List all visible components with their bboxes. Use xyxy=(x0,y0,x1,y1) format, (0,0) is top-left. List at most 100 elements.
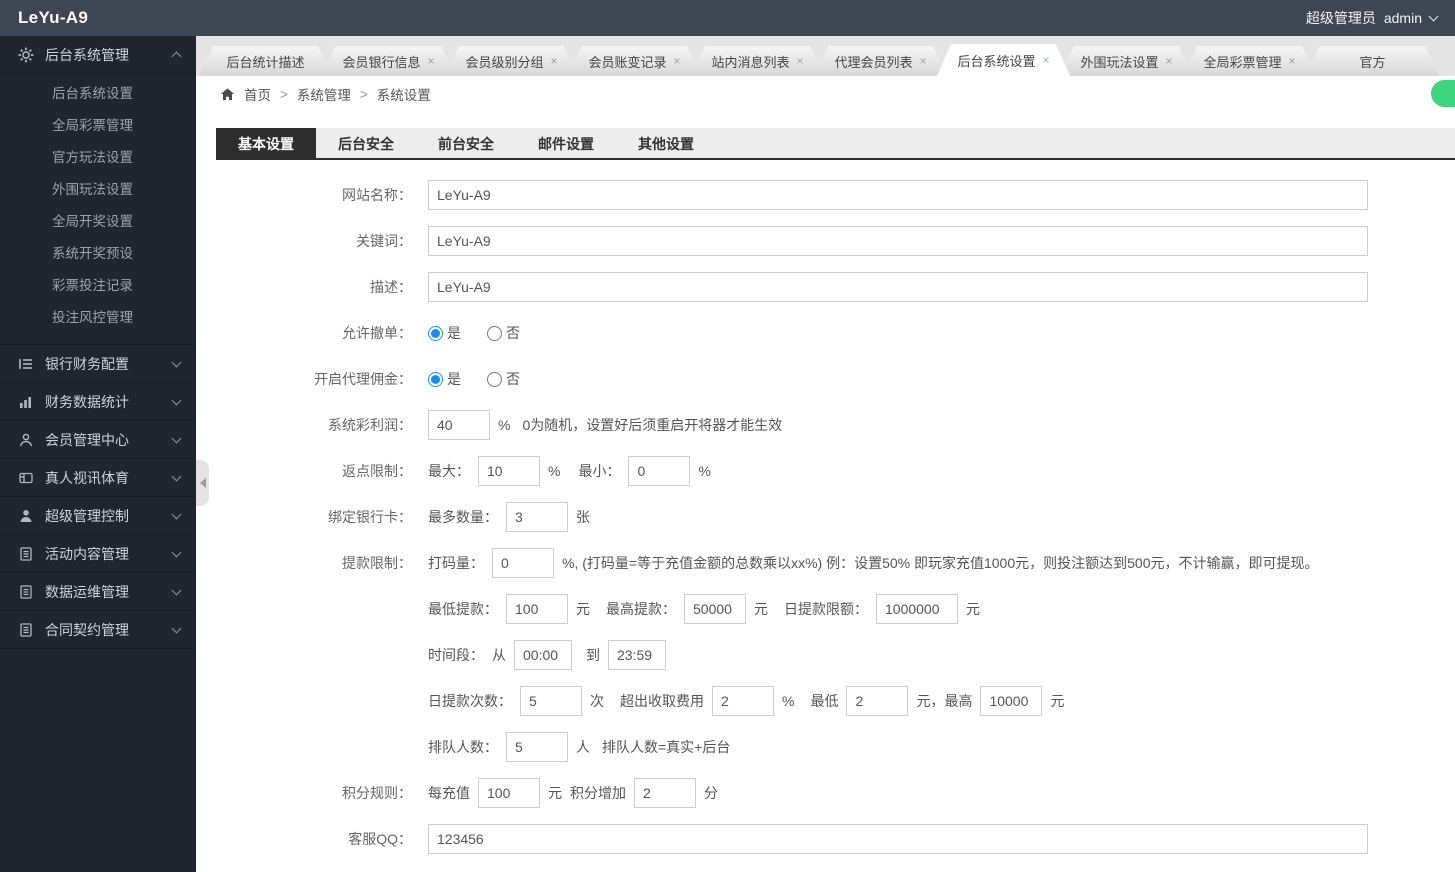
sidebar-section-label: 财务数据统计 xyxy=(45,393,129,410)
page-tab[interactable]: 外围玩法设置 × xyxy=(1060,46,1193,76)
sidebar-section-member-center[interactable]: 会员管理中心 xyxy=(0,421,196,459)
sidebar-item-bet-records[interactable]: 彩票投注记录 xyxy=(0,270,196,302)
service-qq-input[interactable] xyxy=(428,824,1368,854)
withdraw-limit-label: 提款限制： xyxy=(342,555,412,571)
system-profit-hint: 0为随机，设置好后须重启开将器才能生效 xyxy=(522,417,783,433)
page-tab[interactable]: 代理会员列表 × xyxy=(814,46,947,76)
close-icon[interactable]: × xyxy=(1166,55,1173,67)
chart-icon xyxy=(18,394,34,410)
yuan-unit: 元 xyxy=(966,601,980,617)
allow-cancel-no-radio[interactable]: 否 xyxy=(487,323,520,343)
percent-unit: % xyxy=(698,463,711,479)
sidebar-item-official-play[interactable]: 官方玩法设置 xyxy=(0,142,196,174)
close-icon[interactable]: × xyxy=(428,55,435,67)
green-action-button[interactable] xyxy=(1431,80,1455,107)
page-tab[interactable]: 会员银行信息 × xyxy=(322,46,455,76)
breadcrumb-system-settings[interactable]: 系统设置 xyxy=(377,84,431,104)
chevron-down-icon xyxy=(171,509,182,519)
bankcard-max-input[interactable] xyxy=(506,502,568,532)
close-icon[interactable]: × xyxy=(1043,54,1050,66)
keywords-label: 关键词： xyxy=(356,233,412,249)
yuan-unit: 元 xyxy=(1050,693,1065,709)
site-name-input[interactable] xyxy=(428,180,1368,210)
queue-input[interactable] xyxy=(506,732,568,762)
tab-other-settings[interactable]: 其他设置 xyxy=(616,128,716,160)
sidebar-item-peripheral-play[interactable]: 外围玩法设置 xyxy=(0,174,196,206)
dama-hint: %, (打码量=等于充值金额的总数乘以xx%) 例：设置50% 即玩家充值100… xyxy=(562,555,1319,571)
sidebar-item-draw-preset[interactable]: 系统开奖预设 xyxy=(0,238,196,270)
chevron-down-icon xyxy=(171,547,182,557)
time-to-input[interactable] xyxy=(608,640,666,670)
page-tab[interactable]: 后台统计描述 xyxy=(199,46,332,76)
agent-commission-yes-radio[interactable]: 是 xyxy=(428,369,461,389)
points-add-input[interactable] xyxy=(634,778,696,808)
tab-mail-settings[interactable]: 邮件设置 xyxy=(516,128,616,160)
sidebar-section-activity-content[interactable]: 活动内容管理 xyxy=(0,535,196,573)
form-row-daily-withdraw-times: 日提款次数： 次 超出收取费用 % 最低 元，最高 元 xyxy=(216,686,1455,716)
description-input[interactable] xyxy=(428,272,1368,302)
sidebar-section-live-sports[interactable]: 真人视讯体育 xyxy=(0,459,196,497)
tab-basic-settings[interactable]: 基本设置 xyxy=(216,128,316,160)
daily-limit-input[interactable] xyxy=(876,594,958,624)
percent-unit: % xyxy=(498,417,511,433)
points-per-input[interactable] xyxy=(478,778,540,808)
queue-hint: 排队人数=真实+后台 xyxy=(602,739,731,755)
rebate-min-input[interactable] xyxy=(628,456,691,486)
time-to-label: 到 xyxy=(586,647,600,663)
system-profit-input[interactable] xyxy=(428,410,490,440)
tab-frontend-security[interactable]: 前台安全 xyxy=(416,128,516,160)
sidebar-section-bank-finance[interactable]: 银行财务配置 xyxy=(0,345,196,383)
allow-cancel-label: 允许撤单： xyxy=(342,325,412,341)
sidebar-section-label: 超级管理控制 xyxy=(45,507,129,524)
tab-backend-security[interactable]: 后台安全 xyxy=(316,128,416,160)
sidebar-item-global-draw[interactable]: 全局开奖设置 xyxy=(0,206,196,238)
close-icon[interactable]: × xyxy=(551,55,558,67)
yuan-unit: 元 xyxy=(548,785,562,801)
form-row-system-profit: 系统彩利润： % 0为随机，设置好后须重启开将器才能生效 xyxy=(216,410,1455,440)
sidebar-section-label: 合同契约管理 xyxy=(45,621,129,638)
sidebar-section-backend-system[interactable]: 后台系统管理 xyxy=(0,36,196,74)
sidebar-section-label: 数据运维管理 xyxy=(45,583,129,600)
daily-times-input[interactable] xyxy=(520,686,582,716)
sidebar-item-risk-control[interactable]: 投注风控管理 xyxy=(0,302,196,334)
breadcrumb-system-management[interactable]: 系统管理 xyxy=(297,84,351,104)
min-withdraw-input[interactable] xyxy=(506,594,568,624)
doc-icon xyxy=(18,584,34,600)
close-icon[interactable]: × xyxy=(797,55,804,67)
page-tab[interactable]: 站内消息列表 × xyxy=(691,46,824,76)
breadcrumb-home[interactable]: 首页 xyxy=(244,84,271,104)
close-icon[interactable]: × xyxy=(1289,55,1296,67)
overfee-input[interactable] xyxy=(712,686,774,716)
page-tab[interactable]: 会员级别分组 × xyxy=(445,46,578,76)
sidebar-item-global-lottery[interactable]: 全局彩票管理 xyxy=(0,110,196,142)
max-withdraw-input[interactable] xyxy=(684,594,746,624)
close-icon[interactable]: × xyxy=(920,55,927,67)
fee-max-input[interactable] xyxy=(980,686,1043,716)
sidebar-collapse-handle[interactable] xyxy=(196,460,209,506)
user-menu[interactable]: 超级管理员 admin xyxy=(1306,8,1439,28)
page-tab-active[interactable]: 后台系统设置 × xyxy=(937,44,1070,76)
agent-commission-no-radio[interactable]: 否 xyxy=(487,369,520,389)
time-from-input[interactable] xyxy=(514,640,572,670)
page-tab[interactable]: 全局彩票管理 × xyxy=(1183,46,1316,76)
sidebar-item-backend-settings[interactable]: 后台系统设置 xyxy=(0,78,196,110)
sidebar-section-super-admin[interactable]: 超级管理控制 xyxy=(0,497,196,535)
form-row-bankcard: 绑定银行卡： 最多数量： 张 xyxy=(216,502,1455,532)
queue-unit: 人 xyxy=(576,739,590,755)
fee-min-input[interactable] xyxy=(846,686,909,716)
sidebar-section-contract[interactable]: 合同契约管理 xyxy=(0,611,196,649)
form-row-queue: 排队人数： 人 排队人数=真实+后台 xyxy=(216,732,1455,762)
form-row-service-qq: 客服QQ： xyxy=(216,824,1455,854)
dama-input[interactable] xyxy=(492,548,554,578)
allow-cancel-yes-radio[interactable]: 是 xyxy=(428,323,461,343)
sidebar-section-data-ops[interactable]: 数据运维管理 xyxy=(0,573,196,611)
page-tab[interactable]: 官方 xyxy=(1306,46,1439,76)
page-tab[interactable]: 会员账变记录 × xyxy=(568,46,701,76)
sidebar-section-finance-stats[interactable]: 财务数据统计 xyxy=(0,383,196,421)
settings-tabs: 基本设置 后台安全 前台安全 邮件设置 其他设置 xyxy=(216,128,1455,160)
rebate-max-input[interactable] xyxy=(478,456,540,486)
keywords-input[interactable] xyxy=(428,226,1368,256)
close-icon[interactable]: × xyxy=(674,55,681,67)
rebate-max-label: 最大： xyxy=(428,463,470,479)
points-rule-label: 积分规则： xyxy=(342,785,412,801)
